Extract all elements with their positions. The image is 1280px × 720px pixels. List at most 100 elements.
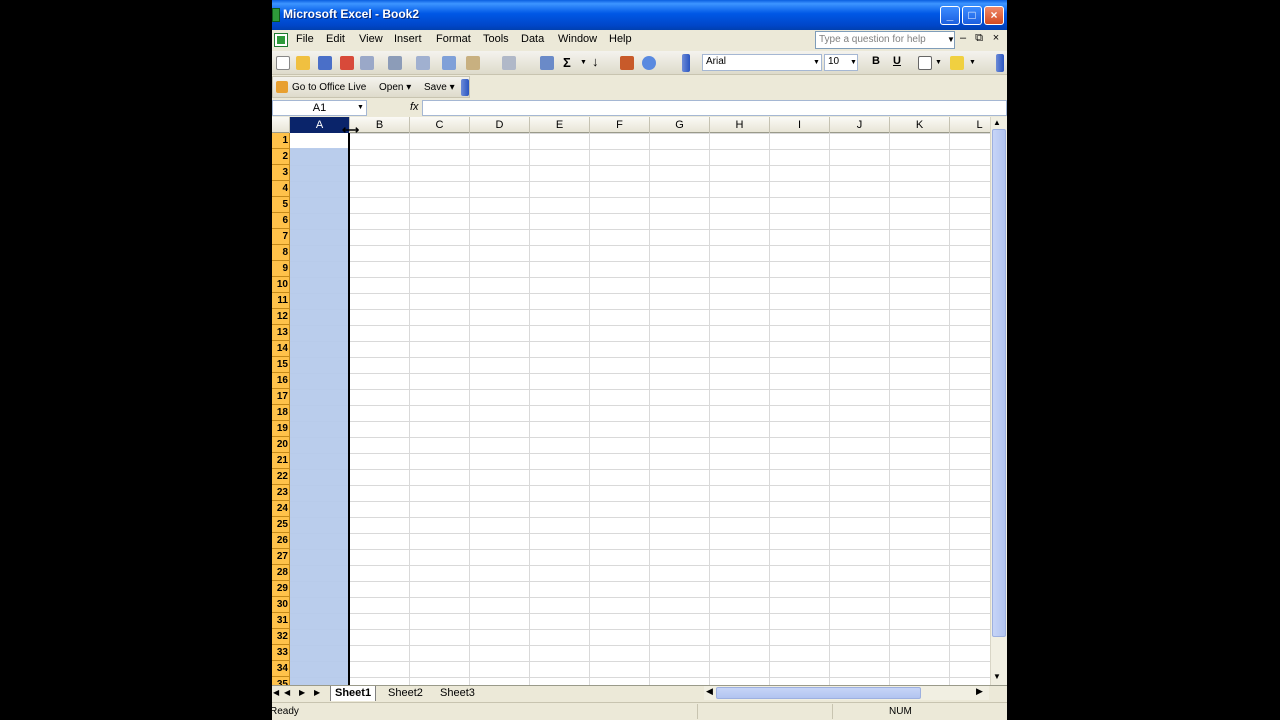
horizontal-scrollbar[interactable]: ◀ ▶ <box>704 686 989 700</box>
active-cell-a1[interactable] <box>290 133 349 148</box>
menu-edit[interactable]: Edit <box>326 33 345 45</box>
first-sheet-icon[interactable]: ◀ <box>273 688 279 697</box>
row-header-12[interactable]: 12 <box>272 309 290 325</box>
print-preview-icon[interactable] <box>416 56 430 70</box>
permission-icon[interactable] <box>340 56 354 70</box>
open-icon[interactable] <box>296 56 310 70</box>
column-header-h[interactable]: H <box>710 117 770 133</box>
column-header-f[interactable]: F <box>590 117 650 133</box>
scroll-right-icon[interactable]: ▶ <box>976 686 983 697</box>
prev-sheet-icon[interactable]: ◀ <box>284 688 290 697</box>
go-to-office-live-button[interactable]: Go to Office Live <box>292 82 366 93</box>
save-dropdown-button[interactable]: Save ▾ <box>424 82 455 93</box>
undo-icon[interactable] <box>502 56 516 70</box>
row-header-26[interactable]: 26 <box>272 533 290 549</box>
column-header-g[interactable]: G <box>650 117 710 133</box>
menu-format[interactable]: Format <box>436 33 471 45</box>
menu-window[interactable]: Window <box>558 33 597 45</box>
row-header-34[interactable]: 34 <box>272 661 290 677</box>
scroll-left-icon[interactable]: ◀ <box>706 686 713 697</box>
next-sheet-icon[interactable]: ▶ <box>299 688 305 697</box>
row-header-15[interactable]: 15 <box>272 357 290 373</box>
autosum-dropdown-icon[interactable]: ▼ <box>580 59 587 66</box>
row-header-16[interactable]: 16 <box>272 373 290 389</box>
autosum-button[interactable]: Σ <box>563 55 571 70</box>
row-header-25[interactable]: 25 <box>272 517 290 533</box>
bold-button[interactable]: B <box>872 55 880 67</box>
size-dropdown-icon[interactable]: ▼ <box>850 59 857 66</box>
row-header-27[interactable]: 27 <box>272 549 290 565</box>
fill-dropdown-icon[interactable]: ▼ <box>969 59 976 66</box>
row-header-29[interactable]: 29 <box>272 581 290 597</box>
vertical-scroll-thumb[interactable] <box>992 129 1006 637</box>
row-header-2[interactable]: 2 <box>272 149 290 165</box>
row-header-30[interactable]: 30 <box>272 597 290 613</box>
menu-help[interactable]: Help <box>609 33 632 45</box>
scroll-down-icon[interactable]: ▼ <box>993 672 1001 681</box>
doc-restore-button[interactable]: ⧉ <box>972 32 986 45</box>
row-header-28[interactable]: 28 <box>272 565 290 581</box>
row-header-10[interactable]: 10 <box>272 277 290 293</box>
row-header-31[interactable]: 31 <box>272 613 290 629</box>
borders-icon[interactable] <box>918 56 932 70</box>
worksheet-grid[interactable]: ABCDEFGHIJKL 1 2 3 4 5 6 7 8 9 10 11 12 13 14 15 16 17 18… <box>272 117 990 685</box>
help-icon[interactable] <box>642 56 656 70</box>
horizontal-scroll-thumb[interactable] <box>716 687 921 699</box>
save-icon[interactable] <box>318 56 332 70</box>
menu-file[interactable]: File <box>296 33 314 45</box>
fill-color-icon[interactable] <box>950 56 964 70</box>
email-icon[interactable] <box>360 56 374 70</box>
row-header-33[interactable]: 33 <box>272 645 290 661</box>
row-header-1[interactable]: 1 <box>272 133 290 149</box>
toolbar-grip[interactable] <box>682 54 690 72</box>
column-header-c[interactable]: C <box>410 117 470 133</box>
row-header-23[interactable]: 23 <box>272 485 290 501</box>
cells-area[interactable] <box>290 133 990 685</box>
excel-app-icon[interactable] <box>272 8 280 22</box>
row-header-4[interactable]: 4 <box>272 181 290 197</box>
chart-wizard-icon[interactable] <box>620 56 634 70</box>
insert-function-button[interactable]: fx <box>410 101 419 113</box>
format-toolbar-grip[interactable] <box>996 54 1004 72</box>
row-header-18[interactable]: 18 <box>272 405 290 421</box>
doc-close-button[interactable]: × <box>989 32 1003 44</box>
new-icon[interactable] <box>276 56 290 70</box>
borders-dropdown-icon[interactable]: ▼ <box>935 59 942 66</box>
row-header-11[interactable]: 11 <box>272 293 290 309</box>
row-header-9[interactable]: 9 <box>272 261 290 277</box>
name-box[interactable]: A1 <box>272 100 367 116</box>
name-box-dropdown-icon[interactable]: ▼ <box>357 104 364 111</box>
last-sheet-icon[interactable]: ▶ <box>314 688 320 697</box>
maximize-button[interactable]: □ <box>962 6 982 25</box>
menu-view[interactable]: View <box>359 33 383 45</box>
font-dropdown-icon[interactable]: ▼ <box>813 59 820 66</box>
workbook-icon[interactable] <box>274 33 288 47</box>
row-header-32[interactable]: 32 <box>272 629 290 645</box>
sheet-tab-sheet3[interactable]: Sheet3 <box>436 686 479 701</box>
row-header-24[interactable]: 24 <box>272 501 290 517</box>
row-header-6[interactable]: 6 <box>272 213 290 229</box>
print-icon[interactable] <box>388 56 402 70</box>
copy-icon[interactable] <box>442 56 456 70</box>
row-header-13[interactable]: 13 <box>272 325 290 341</box>
row-header-20[interactable]: 20 <box>272 437 290 453</box>
font-name-select[interactable]: Arial <box>702 54 822 71</box>
close-button[interactable]: × <box>984 6 1004 25</box>
menu-tools[interactable]: Tools <box>483 33 509 45</box>
row-header-5[interactable]: 5 <box>272 197 290 213</box>
column-header-e[interactable]: E <box>530 117 590 133</box>
paste-icon[interactable] <box>466 56 480 70</box>
column-header-k[interactable]: K <box>890 117 950 133</box>
column-header-a[interactable]: A <box>290 117 350 133</box>
row-header-35[interactable]: 35 <box>272 677 290 685</box>
hyperlink-icon[interactable] <box>540 56 554 70</box>
column-header-j[interactable]: J <box>830 117 890 133</box>
title-bar[interactable]: Microsoft Excel - Book2 _ □ × <box>272 0 1007 30</box>
sheet-tab-sheet2[interactable]: Sheet2 <box>384 686 427 701</box>
menu-insert[interactable]: Insert <box>394 33 422 45</box>
open-dropdown-button[interactable]: Open ▾ <box>379 82 411 93</box>
underline-button[interactable]: U <box>893 55 901 67</box>
vertical-scrollbar[interactable]: ▲ ▼ <box>990 117 1007 685</box>
doc-minimize-button[interactable]: – <box>956 32 970 44</box>
sheet-tab-sheet1[interactable]: Sheet1 <box>330 686 377 701</box>
